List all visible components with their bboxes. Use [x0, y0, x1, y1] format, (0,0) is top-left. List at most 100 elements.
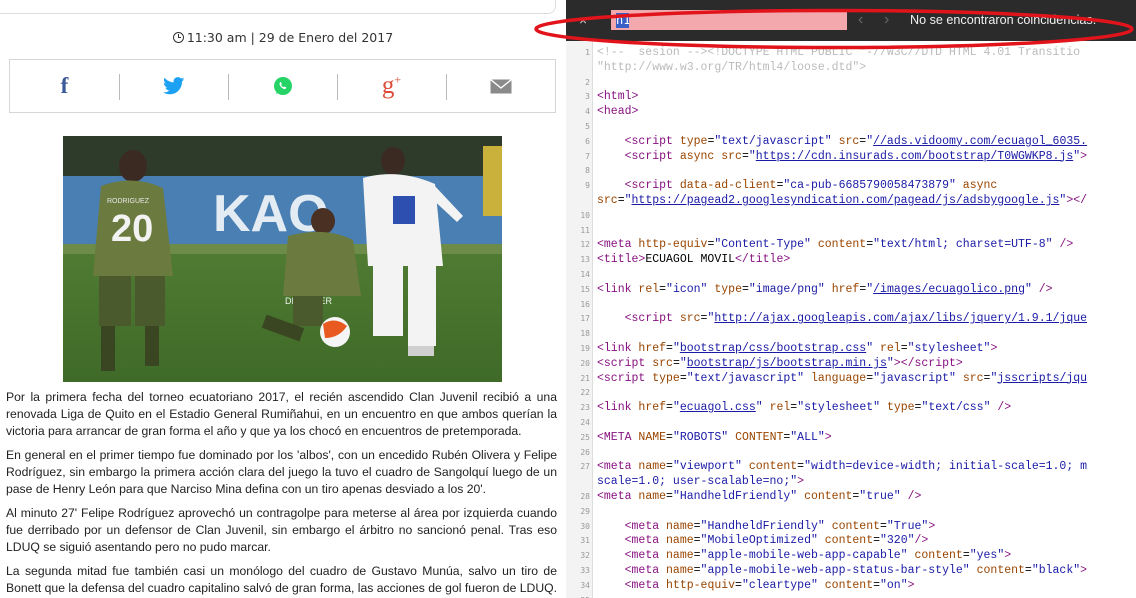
line-number: 26: [580, 447, 590, 457]
article-pane: 11:30 am | 29 de Enero del 2017 f g+ KAO…: [0, 0, 566, 598]
facebook-icon: f: [60, 73, 69, 98]
find-status-text: No se encontraron coincidencias.: [910, 13, 1097, 27]
source-line: 15 <link rel="icon" type="image/png" href…: [566, 283, 1136, 297]
jersey-number-text: 20: [111, 208, 153, 250]
source-line: 11: [566, 224, 1136, 238]
source-line: 35: [566, 594, 1136, 598]
line-text: <link href="bootstrap/css/bootstrap.css"…: [597, 342, 998, 355]
share-facebook-button[interactable]: f: [10, 60, 119, 112]
line-number: 22: [580, 388, 590, 398]
line-number: 23: [580, 403, 590, 413]
line-text: <meta name="apple-mobile-web-app-status-…: [624, 564, 1088, 577]
line-number: 12: [580, 240, 590, 250]
line-number: 8: [585, 166, 590, 176]
line-number: 24: [580, 418, 590, 427]
share-email-button[interactable]: [446, 60, 555, 112]
line-text: <script type="text/javascript" src="//ad…: [624, 134, 1088, 148]
line-number: 9: [585, 181, 590, 191]
source-line: 5: [566, 120, 1136, 134]
source-line: 18: [566, 327, 1136, 341]
find-bar: × h1 ‹ › No se encontraron coincidencias…: [566, 0, 1136, 41]
source-line: 28 <meta name="HandheldFriendly" content=…: [566, 490, 1136, 504]
article-paragraph: En general en el primer tiempo fue domin…: [6, 448, 557, 496]
share-bar: f g+: [9, 59, 556, 113]
line-number: 32: [580, 551, 590, 561]
line-text: <meta name="viewport" content="width=dev…: [597, 460, 1088, 474]
article-paragraph: Por la primera fecha del torneo ecuatori…: [6, 390, 557, 438]
source-line: 14: [566, 268, 1136, 282]
top-search-box[interactable]: [0, 0, 556, 14]
find-next-button[interactable]: ›: [884, 11, 889, 29]
source-line: 26: [566, 446, 1136, 460]
find-previous-button[interactable]: ‹: [858, 11, 863, 29]
line-number: 5: [585, 122, 590, 131]
source-line: 17 <script src="http://ajax.googleapis.c…: [566, 312, 1136, 326]
line-number: 33: [580, 566, 590, 575]
find-input[interactable]: [611, 10, 847, 30]
article-body: Por la primera fecha del torneo ecuatori…: [6, 389, 557, 598]
line-number: 25: [580, 432, 590, 442]
line-text: scale=1.0; user-scalable=no;">: [597, 475, 805, 489]
source-line: "http://www.w3.org/TR/html4/loose.dtd">: [566, 61, 1136, 75]
line-number: 4: [585, 107, 590, 117]
line-text: <meta http-equiv="cleartype" content="on…: [624, 578, 915, 592]
article-paragraph: La segunda mitad fue también casi un mon…: [6, 564, 557, 595]
line-text: src="https://pagead2.googlesyndication.c…: [597, 194, 1088, 207]
line-number: 13: [580, 255, 590, 265]
source-line: 24: [566, 416, 1136, 430]
article-datetime: 11:30 am | 29 de Enero del 2017: [0, 30, 566, 45]
source-line: 30 <meta name="HandheldFriendly" content…: [566, 520, 1136, 534]
share-whatsapp-button[interactable]: [228, 60, 337, 112]
source-line: 33 <meta name="apple-mobile-web-app-stat…: [566, 564, 1136, 578]
source-line: 8: [566, 164, 1136, 178]
line-number: 16: [580, 299, 590, 309]
source-line: 3 <html>: [566, 90, 1136, 104]
line-text: "http://www.w3.org/TR/html4/loose.dtd">: [597, 60, 867, 74]
source-line: 13 <title>ECUAGOL MOVIL</title>: [566, 253, 1136, 267]
source-line: scale=1.0; user-scalable=no;">: [566, 475, 1136, 489]
line-number: 29: [580, 506, 590, 516]
line-number: 11: [580, 225, 590, 235]
line-number: 18: [580, 329, 590, 339]
line-number: 30: [580, 521, 590, 531]
line-number: 31: [580, 536, 590, 546]
source-line: 29: [566, 505, 1136, 519]
match-photo: KAO 20 RODRIGUEZ DISCOVER: [63, 136, 502, 382]
source-line: 6 <script type="text/javascript" src="//…: [566, 135, 1136, 149]
jersey-name-text: RODRIGUEZ: [107, 198, 150, 205]
line-text: <head>: [597, 105, 639, 119]
line-number: 21: [580, 373, 590, 383]
line-text: <html>: [597, 90, 639, 104]
line-number: 14: [580, 270, 590, 279]
line-number: 2: [585, 77, 590, 87]
line-number: 34: [580, 580, 590, 590]
source-line: 1 <!-- sesion --><!DOCTYPE HTML PUBLIC "-…: [566, 46, 1136, 60]
line-number: 17: [580, 314, 590, 324]
google-plus-icon: g+: [381, 72, 402, 99]
close-find-button[interactable]: ×: [579, 12, 587, 28]
line-text: <meta name="HandheldFriendly" content="T…: [624, 519, 936, 533]
source-line: src="https://pagead2.googlesyndication.c…: [566, 194, 1136, 208]
line-text: <script src="bootstrap/js/bootstrap.min.…: [597, 356, 963, 370]
line-text: <script type="text/javascript" language=…: [597, 371, 1088, 385]
line-text: <!-- sesion --><!DOCTYPE HTML PUBLIC "-/…: [597, 46, 1081, 59]
line-text: <meta name="apple-mobile-web-app-capable…: [624, 549, 1012, 563]
line-text: <meta name="MobileOptimized" content="32…: [624, 534, 929, 548]
source-line: 16: [566, 298, 1136, 312]
line-number: 35: [566, 594, 590, 598]
source-line: 23 <link href="ecuagol.css" rel="styleshe…: [566, 401, 1136, 415]
share-twitter-button[interactable]: [119, 60, 228, 112]
line-number: 19: [580, 344, 590, 353]
line-number: 6: [585, 136, 590, 146]
view-source-pane: 1 <!-- sesion --><!DOCTYPE HTML PUBLIC "-…: [566, 0, 1136, 598]
share-google-plus-button[interactable]: g+: [337, 60, 446, 112]
line-number: 15: [580, 284, 590, 294]
source-line: 34 <meta http-equiv="cleartype" content=…: [566, 579, 1136, 593]
line-number: 20: [580, 358, 590, 368]
line-text: <script async src="https://cdn.insurads.…: [624, 149, 1088, 163]
line-text: <script src="http://ajax.googleapis.com/…: [624, 312, 1088, 326]
source-line: 19 <link href="bootstrap/css/bootstrap.cs…: [566, 342, 1136, 356]
line-text: <meta name="HandheldFriendly" content="t…: [597, 490, 922, 503]
source-line: 20 <script src="bootstrap/js/bootstrap.mi…: [566, 357, 1136, 371]
line-text: <link href="ecuagol.css" rel="stylesheet…: [597, 401, 1012, 415]
